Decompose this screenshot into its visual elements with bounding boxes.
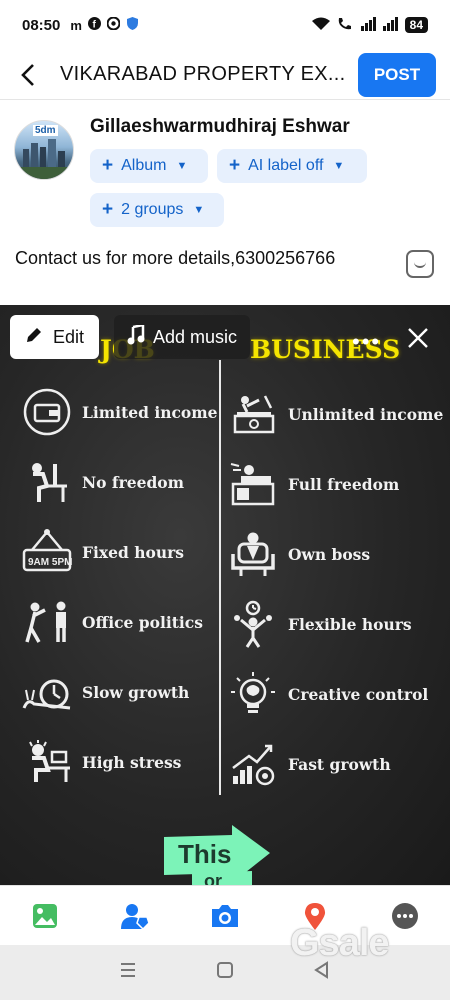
business-item-label: Own boss xyxy=(288,544,371,564)
home-icon[interactable] xyxy=(216,961,234,985)
job-item: No freedom xyxy=(22,457,184,507)
wallet-icon xyxy=(22,387,72,437)
relax-icon xyxy=(228,459,278,509)
plus-icon: + xyxy=(229,155,241,176)
more-dots-icon[interactable]: ••• xyxy=(352,329,381,355)
composer-header: VIKARABAD PROPERTY EX... POST xyxy=(0,50,450,100)
add-music-button[interactable]: Add music xyxy=(114,315,250,359)
job-item-label: Office politics xyxy=(82,612,203,632)
job-item: Limited income xyxy=(22,387,218,437)
job-item-label: No freedom xyxy=(82,472,185,492)
snail-icon xyxy=(22,667,72,717)
column-divider xyxy=(219,360,221,795)
battery-level: 84 xyxy=(404,17,428,33)
brain-bulb-icon xyxy=(228,669,278,719)
banner-text-this: This xyxy=(178,839,231,869)
job-item: Office politics xyxy=(22,597,203,647)
music-note-icon xyxy=(127,322,145,350)
groups-chip[interactable]: + 2 groups ▼ xyxy=(90,193,224,227)
call-icon xyxy=(337,17,355,34)
chip-label: 2 groups xyxy=(121,201,184,218)
tag-people-icon[interactable] xyxy=(115,896,155,936)
business-item-label: Fast growth xyxy=(288,754,391,774)
business-item: Creative control xyxy=(228,669,428,719)
signal-icon-2 xyxy=(382,16,399,34)
sticker-icon[interactable] xyxy=(406,250,434,278)
business-item: Flexible hours xyxy=(228,599,412,649)
business-item: Unlimited income xyxy=(228,389,443,439)
chip-label: Album xyxy=(121,157,167,174)
recent-apps-icon[interactable] xyxy=(119,961,137,984)
post-button[interactable]: POST xyxy=(358,52,436,97)
business-item-label: Unlimited income xyxy=(288,404,444,424)
caret-down-icon: ▼ xyxy=(193,204,205,216)
argument-icon xyxy=(22,597,72,647)
job-item-label: Limited income xyxy=(82,402,218,422)
avatar: 5dm xyxy=(14,120,74,180)
author-name: Gillaeshwarmudhiraj Eshwar xyxy=(90,116,350,137)
caret-down-icon: ▼ xyxy=(176,160,188,172)
watermark-logo: Gsale xyxy=(290,922,390,964)
desk-worker-icon xyxy=(22,457,72,507)
money-stack-icon xyxy=(228,389,278,439)
stressed-worker-icon xyxy=(22,737,72,787)
shield-icon xyxy=(126,17,139,33)
m-notification-icon: m xyxy=(70,17,82,33)
photo-icon[interactable] xyxy=(25,896,65,936)
status-system-icons: 84 xyxy=(311,16,428,34)
ai-label-chip[interactable]: + AI label off ▼ xyxy=(217,149,367,183)
chrome-icon xyxy=(106,16,121,33)
business-item: Own boss xyxy=(228,529,370,579)
signal-icon-1 xyxy=(360,16,377,34)
business-item: Full freedom xyxy=(228,459,399,509)
job-item: 9AM 5PM Fixed hours xyxy=(22,527,184,577)
chip-label: AI label off xyxy=(248,157,324,174)
status-notification-icons: m f xyxy=(70,16,139,33)
business-item-label: Creative control xyxy=(288,684,429,704)
business-item-label: Full freedom xyxy=(288,474,400,494)
status-time: 08:50 xyxy=(22,16,61,34)
sign-text: 9AM 5PM xyxy=(28,557,72,568)
banner-text-or: or xyxy=(204,871,222,885)
wifi-icon xyxy=(311,17,331,34)
business-item: Fast growth xyxy=(228,739,391,789)
facebook-icon: f xyxy=(87,17,101,33)
plus-icon: + xyxy=(102,199,114,220)
business-item-label: Flexible hours xyxy=(288,614,412,634)
job-item-label: Fixed hours xyxy=(82,542,184,562)
job-item-label: High stress xyxy=(82,752,182,772)
status-bar: 08:50 m f 84 xyxy=(0,0,450,50)
add-music-label: Add music xyxy=(152,326,238,347)
post-photo: JOB BUSINESS Edit Add music ••• Limited … xyxy=(0,305,450,885)
banner-or-wrap: or xyxy=(192,867,252,885)
post-text[interactable]: Contact us for more details,6300256766 xyxy=(15,248,335,269)
boss-chair-icon xyxy=(228,529,278,579)
caret-down-icon: ▼ xyxy=(333,160,345,172)
album-chip[interactable]: + Album ▼ xyxy=(90,149,208,183)
group-title: VIKARABAD PROPERTY EX... xyxy=(60,63,346,85)
plus-icon: + xyxy=(102,155,114,176)
edit-photo-button[interactable]: Edit xyxy=(10,315,99,359)
more-options-icon[interactable] xyxy=(385,896,425,936)
job-item: Slow growth xyxy=(22,667,189,717)
camera-icon[interactable] xyxy=(205,896,245,936)
edit-label: Edit xyxy=(52,326,85,347)
job-item: High stress xyxy=(22,737,181,787)
clock-sign-icon: 9AM 5PM xyxy=(22,527,72,577)
juggling-clock-icon xyxy=(228,599,278,649)
growth-chart-icon xyxy=(228,739,278,789)
pencil-icon xyxy=(25,326,43,349)
close-icon[interactable] xyxy=(405,325,431,351)
job-item-label: Slow growth xyxy=(82,682,190,702)
back-arrow-icon[interactable] xyxy=(14,61,42,89)
